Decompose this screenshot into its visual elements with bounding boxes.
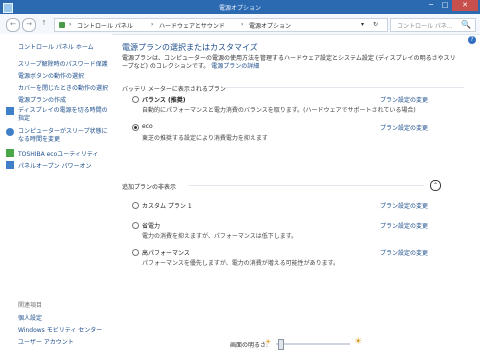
plan-name-eco: eco — [142, 123, 153, 130]
plan-desc-power-saver: 電力の消費を抑えますが、パフォーマンスは低下します。 — [142, 233, 298, 240]
minimize-button[interactable]: ─ — [424, 0, 438, 11]
group-divider — [224, 87, 464, 88]
window-title: 電源オプション — [218, 5, 261, 12]
related-user-accounts[interactable]: ユーザー アカウント — [18, 337, 74, 346]
sidebar-item-display-off[interactable]: ディスプレイの電源を切る時間の指定 — [18, 107, 108, 123]
sidebar-item-sleep-time[interactable]: コンピューターがスリープ状態になる時間を変更 — [18, 128, 110, 144]
radio-power-saver[interactable] — [132, 222, 139, 229]
address-bar: ← → ↑ › コントロール パネル › ハードウェアとサウンド › 電源オプシ… — [0, 14, 480, 35]
maximize-button[interactable]: □ — [438, 0, 452, 11]
title-bar: 電源オプション ─ □ ✕ — [0, 0, 480, 14]
brightness-label: 画面の明るさ: — [230, 342, 269, 349]
plan-desc-eco: 東芝の推奨する設定により消費電力を抑えます — [142, 135, 268, 142]
chevron-right-icon: › — [151, 21, 154, 28]
related-mobility-center[interactable]: Windows モビリティ センター — [18, 325, 102, 334]
plan-name-power-saver: 省電力 — [142, 223, 161, 230]
description-text: 電源プランは、コンピューターの電源の使用方法を管理するハードウェア設定とシステム… — [122, 55, 456, 70]
radio-balanced[interactable] — [132, 96, 139, 103]
plan-details-link[interactable]: 電源プランの詳細 — [211, 63, 259, 70]
change-plan-link-eco[interactable]: プラン設定の変更 — [380, 123, 428, 132]
breadcrumb-power-options[interactable]: 電源オプション — [249, 21, 291, 30]
battery-group-label: バッテリ メーターに表示されるプラン — [122, 86, 226, 93]
brightness-bar: 画面の明るさ: ☀ ☀ — [112, 334, 480, 356]
sidebar-item-create-plan[interactable]: 電源プランの作成 — [18, 95, 66, 104]
page-description: 電源プランは、コンピューターの電源の使用方法を管理するハードウェア設定とシステム… — [122, 55, 458, 71]
plan-name-high-performance: 高パフォーマンス — [142, 250, 190, 257]
plan-name-custom: カスタム プラン 1 — [142, 203, 192, 210]
brightness-low-icon: ☀ — [265, 338, 272, 346]
sleep-icon — [6, 128, 14, 136]
breadcrumb[interactable]: › コントロール パネル › ハードウェアとサウンド › 電源オプション ▾ ↻ — [54, 18, 388, 32]
main-content: 電源プランの選択またはカスタマイズ 電源プランは、コンピューターの電源の使用方法… — [112, 34, 480, 334]
sidebar-home-link[interactable]: コントロール パネル ホーム — [18, 42, 94, 51]
change-plan-link-high-performance[interactable]: プラン設定の変更 — [380, 248, 428, 257]
brightness-slider-thumb[interactable] — [278, 339, 284, 350]
hidden-group-label: 追加プランの非表示 — [122, 184, 177, 191]
sidebar: コントロール パネル ホーム スリープ解除時のパスワード保護 電源ボタンの動作の… — [0, 34, 112, 360]
radio-eco[interactable] — [132, 124, 139, 131]
breadcrumb-control-panel[interactable]: コントロール パネル — [77, 21, 133, 30]
eco-utility-icon — [6, 149, 14, 157]
control-panel-icon — [59, 22, 65, 28]
related-label: 関連項目 — [18, 302, 43, 309]
breadcrumb-hardware-sound[interactable]: ハードウェアとサウンド — [159, 21, 225, 30]
chevron-right-icon: › — [241, 21, 244, 28]
change-plan-link-power-saver[interactable]: プラン設定の変更 — [380, 221, 428, 230]
page-title: 電源プランの選択またはカスタマイズ — [122, 43, 258, 52]
search-input[interactable]: コントロール パネ... 🔍 — [390, 18, 476, 32]
panel-power-on-icon — [6, 161, 14, 169]
up-button[interactable]: ↑ — [38, 18, 50, 30]
radio-high-performance[interactable] — [132, 249, 139, 256]
change-plan-link-balanced[interactable]: プラン設定の変更 — [380, 95, 428, 104]
forward-button[interactable]: → — [22, 18, 36, 32]
brightness-high-icon: ☀ — [354, 337, 363, 347]
sidebar-item-eco-utility[interactable]: TOSHIBA ecoユーティリティ — [18, 149, 99, 158]
group-divider — [188, 185, 424, 186]
plan-desc-high-performance: パフォーマンスを優先しますが、電力の消費が増える可能性があります。 — [142, 260, 339, 267]
brightness-slider[interactable] — [276, 343, 350, 345]
display-icon — [6, 107, 14, 115]
chevron-right-icon: › — [69, 21, 72, 28]
refresh-icon[interactable]: ↻ — [373, 21, 378, 28]
sidebar-item-panel-open[interactable]: パネルオープン パワーオン — [18, 161, 92, 170]
sidebar-item-lid-close[interactable]: カバーを閉じたときの動作の選択 — [18, 83, 108, 92]
search-icon[interactable]: 🔍 — [461, 20, 471, 29]
plan-name-balanced: バランス (推奨) — [142, 97, 186, 104]
sidebar-item-power-button[interactable]: 電源ボタンの動作の選択 — [18, 71, 84, 80]
collapse-icon[interactable]: ⌃ — [430, 180, 441, 191]
plan-desc-balanced: 自動的にパフォーマンスと電力消費のバランスを取ります。(ハードウェアでサポートさ… — [142, 107, 416, 114]
dropdown-icon[interactable]: ▾ — [361, 21, 364, 28]
back-button[interactable]: ← — [6, 18, 20, 32]
change-plan-link-custom[interactable]: プラン設定の変更 — [380, 201, 428, 210]
radio-custom-plan[interactable] — [132, 202, 139, 209]
search-placeholder: コントロール パネ... — [397, 23, 453, 30]
close-button[interactable]: ✕ — [452, 0, 478, 11]
sidebar-item-wake-password[interactable]: スリープ解除時のパスワード保護 — [18, 59, 108, 68]
related-personalization[interactable]: 個人設定 — [18, 313, 42, 322]
